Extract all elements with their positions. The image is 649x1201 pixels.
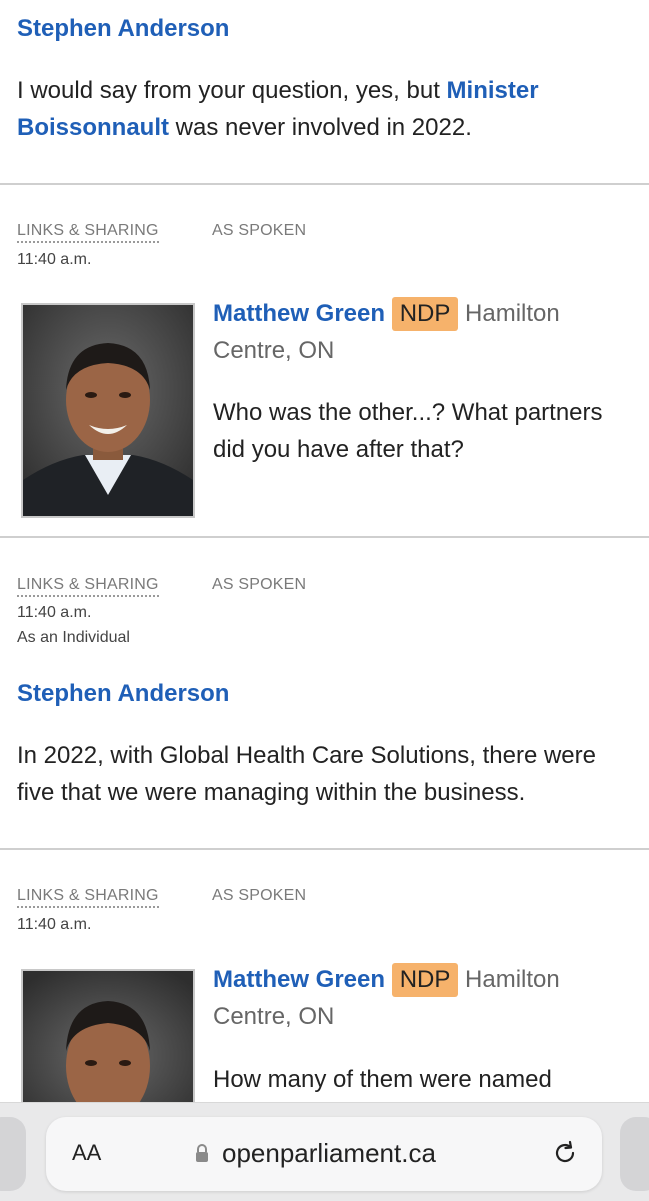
divider [0,183,649,185]
statement-text-before: I would say from your question, yes, but [17,77,447,104]
portrait-image [23,305,193,516]
party-badge: NDP [391,297,459,331]
timestamp: 11:40 a.m. [17,604,92,621]
next-tab-preview[interactable] [620,1117,649,1191]
mp-portrait[interactable] [21,303,195,518]
address-bar[interactable]: AA openparliament.ca [46,1117,602,1191]
riding-line-1: Hamilton [465,966,560,993]
browser-toolbar: AA openparliament.ca [0,1102,649,1201]
as-spoken-label[interactable]: AS SPOKEN [212,222,306,240]
mp-header: Matthew Green NDP Hamilton Centre, ON [213,961,633,1035]
question-text: How many of them were named [213,1061,643,1098]
portrait-image [23,971,193,1111]
url-text[interactable]: openparliament.ca [222,1138,436,1169]
statement-text: I would say from your question, yes, but… [17,72,637,146]
statement-text-after: was never involved in 2022. [169,114,472,141]
speaker-name[interactable]: Stephen Anderson [17,14,229,44]
question-line-1: Who was the other...? What partners [213,399,603,426]
divider [0,848,649,850]
previous-tab-preview[interactable] [0,1117,26,1191]
text-size-button[interactable]: AA [72,1140,101,1166]
links-sharing-button[interactable]: LINKS & SHARING [17,887,159,908]
as-spoken-label[interactable]: AS SPOKEN [212,576,306,594]
statement-text: In 2022, with Global Health Care Solutio… [17,737,642,811]
timestamp: 11:40 a.m. [17,251,92,268]
question-text: Who was the other...? What partners did … [213,394,643,468]
mp-header: Matthew Green NDP Hamilton Centre, ON [213,295,633,369]
timestamp: 11:40 a.m. [17,916,92,933]
divider [0,536,649,538]
lock-icon [194,1143,210,1168]
question-line-2: did you have after that? [213,436,464,463]
links-sharing-button[interactable]: LINKS & SHARING [17,576,159,597]
boissonnault-link[interactable]: Boissonnault [17,114,169,141]
as-spoken-label[interactable]: AS SPOKEN [212,887,306,905]
mp-name-link[interactable]: Matthew Green [213,966,385,993]
riding-line-2: Centre, ON [213,1003,335,1030]
riding-line-1: Hamilton [465,300,560,327]
statement-line-2: five that we were managing within the bu… [17,779,526,806]
question-line-1: How many of them were named [213,1066,552,1093]
reload-icon[interactable] [551,1139,579,1172]
party-badge: NDP [391,963,459,997]
minister-link[interactable]: Minister [447,77,539,104]
mp-portrait[interactable] [21,969,195,1113]
speaker-name[interactable]: Stephen Anderson [17,679,229,709]
mp-name-link[interactable]: Matthew Green [213,300,385,327]
riding-line-2: Centre, ON [213,337,335,364]
speaker-role: As an Individual [17,629,130,646]
statement-line-1: In 2022, with Global Health Care Solutio… [17,742,596,769]
links-sharing-button[interactable]: LINKS & SHARING [17,222,159,243]
